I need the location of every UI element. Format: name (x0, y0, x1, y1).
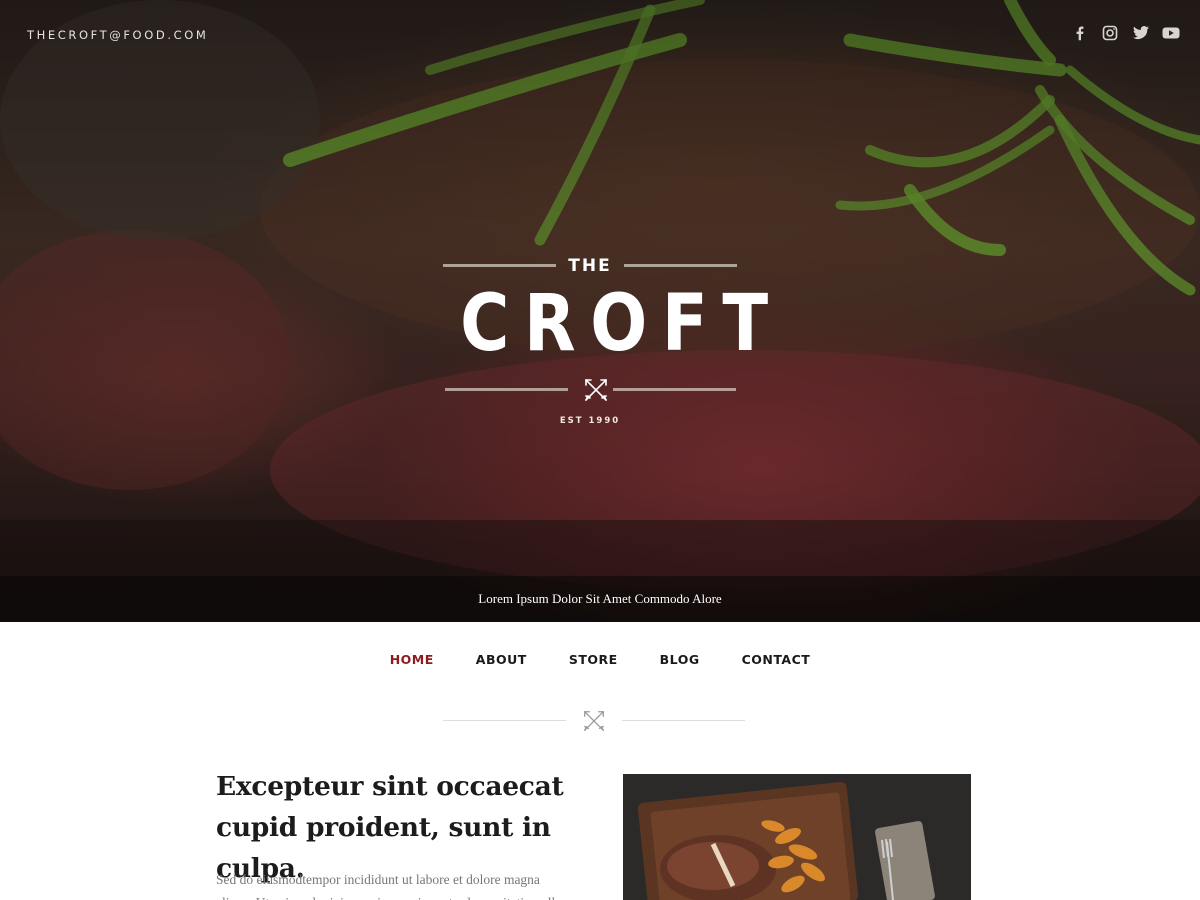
twitter-icon[interactable] (1132, 25, 1149, 41)
youtube-icon[interactable] (1162, 25, 1180, 41)
crossed-arrows-icon (584, 711, 604, 731)
logo-rule (613, 388, 736, 391)
tagline-bar: Lorem Ipsum Dolor Sit Amet Commodo Alore (0, 576, 1200, 622)
facebook-icon[interactable] (1072, 25, 1088, 41)
nav-about[interactable]: ABOUT (476, 652, 527, 667)
logo-established: EST 1990 (559, 416, 621, 426)
steak-platter-image (623, 774, 971, 900)
logo-the: THE (568, 256, 612, 276)
contact-email[interactable]: THECROFT@FOOD.COM (27, 28, 208, 42)
site-logo[interactable]: THE CROFT EST 1990 (443, 256, 783, 428)
logo-name: CROFT (460, 279, 783, 369)
hero-tagline: Lorem Ipsum Dolor Sit Amet Commodo Alore (478, 591, 722, 606)
hero-banner: THECROFT@FOOD.COM THE CROFT EST 1990 Lor… (0, 0, 1200, 622)
nav-contact[interactable]: CONTACT (742, 652, 811, 667)
divider-line (443, 720, 566, 721)
content-body: Sed do eiusmodtempor incididunt ut labor… (216, 872, 561, 900)
nav-blog[interactable]: BLOG (660, 652, 700, 667)
social-links (1072, 25, 1180, 41)
nav-home[interactable]: HOME (390, 652, 434, 667)
logo-rule (445, 388, 568, 391)
divider-line (622, 720, 745, 721)
crossed-arrows-icon (585, 379, 607, 401)
nav-store[interactable]: STORE (569, 652, 618, 667)
instagram-icon[interactable] (1102, 25, 1118, 41)
section-divider (0, 706, 1200, 736)
main-nav: HOME ABOUT STORE BLOG CONTACT (0, 652, 1200, 667)
